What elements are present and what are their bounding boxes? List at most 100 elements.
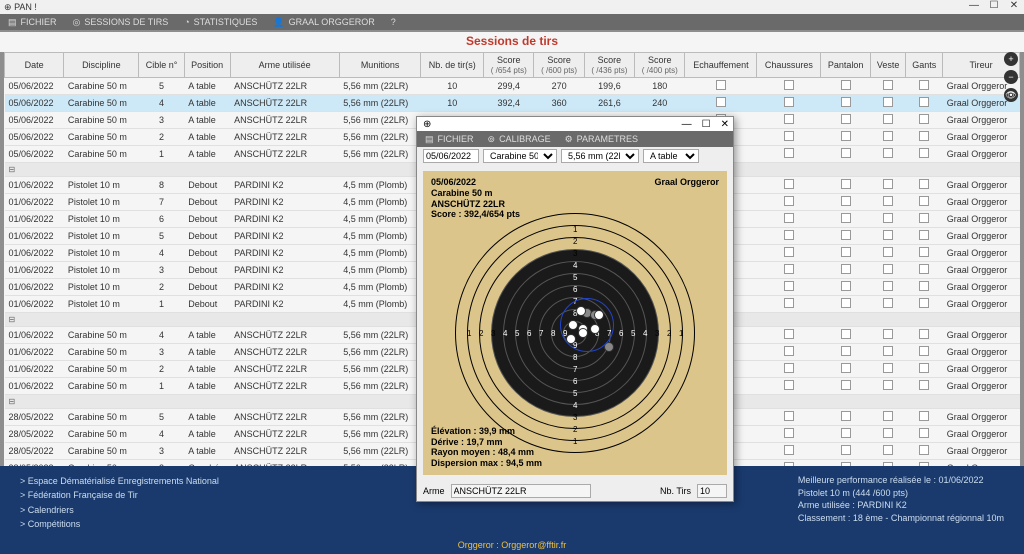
menu-fichier[interactable]: ▤FICHIER [8, 17, 57, 28]
dialog-munition-select[interactable]: 5,56 mm (22LR) [561, 149, 639, 163]
checkbox[interactable] [784, 428, 794, 438]
checkbox[interactable] [841, 196, 851, 206]
checkbox[interactable] [841, 298, 851, 308]
checkbox[interactable] [841, 380, 851, 390]
menu-stats[interactable]: ◔STATISTIQUES [184, 17, 257, 27]
checkbox[interactable] [841, 247, 851, 257]
checkbox[interactable] [919, 428, 929, 438]
col-header[interactable]: Discipline [64, 53, 139, 78]
checkbox[interactable] [716, 97, 726, 107]
checkbox[interactable] [883, 247, 893, 257]
checkbox[interactable] [883, 213, 893, 223]
checkbox[interactable] [784, 196, 794, 206]
checkbox[interactable] [919, 97, 929, 107]
checkbox[interactable] [919, 213, 929, 223]
close-icon[interactable]: ✕ [1004, 0, 1024, 11]
checkbox[interactable] [919, 281, 929, 291]
col-header[interactable]: Score( /400 pts) [635, 53, 685, 78]
checkbox[interactable] [883, 329, 893, 339]
menu-help[interactable]: ? [391, 17, 396, 27]
checkbox[interactable] [883, 148, 893, 158]
checkbox[interactable] [919, 196, 929, 206]
checkbox[interactable] [784, 131, 794, 141]
dialog-maximize-icon[interactable]: ☐ [702, 119, 711, 130]
checkbox[interactable] [883, 114, 893, 124]
table-row[interactable]: 05/06/2022Carabine 50 m4A tableANSCHÜTZ … [5, 95, 1020, 112]
dialog-menu-fichier[interactable]: ▤FICHIER [425, 134, 474, 145]
add-button[interactable]: + [1004, 52, 1018, 66]
col-header[interactable]: Echauffement [685, 53, 757, 78]
checkbox[interactable] [784, 298, 794, 308]
col-header[interactable]: Score( /436 pts) [584, 53, 634, 78]
checkbox[interactable] [841, 148, 851, 158]
checkbox[interactable] [841, 80, 851, 90]
footer-link[interactable]: > Fédération Française de Tir [20, 488, 219, 502]
col-header[interactable]: Pantalon [821, 53, 871, 78]
col-header[interactable]: Date [5, 53, 64, 78]
col-header[interactable]: Nb. de tir(s) [421, 53, 484, 78]
checkbox[interactable] [883, 80, 893, 90]
checkbox[interactable] [841, 411, 851, 421]
checkbox[interactable] [919, 230, 929, 240]
footer-link[interactable]: > Calendriers [20, 503, 219, 517]
checkbox[interactable] [883, 411, 893, 421]
dialog-close-icon[interactable]: ✕ [721, 119, 729, 130]
checkbox[interactable] [919, 80, 929, 90]
checkbox[interactable] [883, 264, 893, 274]
checkbox[interactable] [841, 363, 851, 373]
checkbox[interactable] [784, 329, 794, 339]
checkbox[interactable] [784, 346, 794, 356]
checkbox[interactable] [784, 380, 794, 390]
checkbox[interactable] [919, 380, 929, 390]
dialog-minimize-icon[interactable]: — [682, 119, 692, 130]
checkbox[interactable] [919, 363, 929, 373]
checkbox[interactable] [883, 346, 893, 356]
checkbox[interactable] [841, 179, 851, 189]
dialog-menu-params[interactable]: ⚙PARAMETRES [565, 134, 638, 145]
checkbox[interactable] [841, 329, 851, 339]
col-header[interactable]: Munitions [339, 53, 421, 78]
checkbox[interactable] [841, 97, 851, 107]
checkbox[interactable] [784, 114, 794, 124]
checkbox[interactable] [841, 230, 851, 240]
col-header[interactable]: Chaussures [757, 53, 821, 78]
checkbox[interactable] [883, 281, 893, 291]
minimize-icon[interactable]: — [964, 0, 984, 11]
footer-link[interactable]: > Espace Dématérialisé Enregistrements N… [20, 474, 219, 488]
checkbox[interactable] [841, 131, 851, 141]
maximize-icon[interactable]: ☐ [984, 0, 1004, 11]
checkbox[interactable] [784, 80, 794, 90]
checkbox[interactable] [883, 179, 893, 189]
table-row[interactable]: 05/06/2022Carabine 50 m5A tableANSCHÜTZ … [5, 78, 1020, 95]
dialog-menu-calibrage[interactable]: ⊚CALIBRAGE [488, 134, 551, 145]
dialog-discipline-select[interactable]: Carabine 50 m [483, 149, 557, 163]
checkbox[interactable] [784, 411, 794, 421]
checkbox[interactable] [784, 281, 794, 291]
remove-button[interactable]: − [1004, 70, 1018, 84]
checkbox[interactable] [919, 411, 929, 421]
checkbox[interactable] [784, 363, 794, 373]
checkbox[interactable] [716, 80, 726, 90]
checkbox[interactable] [784, 445, 794, 455]
dialog-position-select[interactable]: A table [643, 149, 699, 163]
checkbox[interactable] [883, 230, 893, 240]
checkbox[interactable] [841, 445, 851, 455]
checkbox[interactable] [841, 346, 851, 356]
col-header[interactable]: Veste [871, 53, 906, 78]
checkbox[interactable] [919, 179, 929, 189]
checkbox[interactable] [919, 247, 929, 257]
dialog-nbtirs-input[interactable] [697, 484, 727, 498]
checkbox[interactable] [919, 329, 929, 339]
checkbox[interactable] [919, 148, 929, 158]
checkbox[interactable] [919, 298, 929, 308]
checkbox[interactable] [919, 114, 929, 124]
checkbox[interactable] [919, 346, 929, 356]
checkbox[interactable] [784, 247, 794, 257]
checkbox[interactable] [883, 445, 893, 455]
view-button[interactable]: 👁 [1004, 88, 1018, 102]
checkbox[interactable] [784, 148, 794, 158]
menu-user[interactable]: 👤GRAAL ORGGEROR [273, 17, 374, 28]
dialog-date-input[interactable] [423, 149, 479, 163]
checkbox[interactable] [883, 428, 893, 438]
checkbox[interactable] [841, 264, 851, 274]
